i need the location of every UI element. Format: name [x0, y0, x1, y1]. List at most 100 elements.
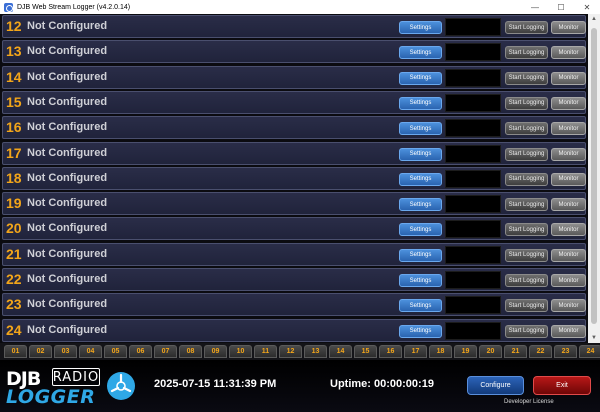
- logo-radio-text: RADIO: [52, 368, 100, 386]
- start-logging-button[interactable]: Start Logging: [505, 122, 548, 136]
- monitor-button[interactable]: Monitor: [551, 122, 586, 136]
- tab-channel-01[interactable]: 01: [4, 345, 27, 358]
- app-window: DJB Web Stream Logger (v4.2.0.14) — ☐ ✕ …: [0, 0, 600, 412]
- start-logging-button[interactable]: Start Logging: [505, 147, 548, 161]
- channel-row: 22 Not Configured Settings Start Logging Mon…: [2, 268, 586, 291]
- maximize-button[interactable]: ☐: [548, 0, 574, 14]
- monitor-button[interactable]: Monitor: [551, 248, 586, 262]
- tab-channel-08[interactable]: 08: [179, 345, 202, 358]
- channel-number: 12: [6, 18, 22, 34]
- settings-button[interactable]: Settings: [399, 223, 442, 237]
- start-logging-button[interactable]: Start Logging: [505, 71, 548, 85]
- channel-row: 21 Not Configured Settings Start Logging Mon…: [2, 242, 586, 266]
- tab-channel-15[interactable]: 15: [354, 345, 377, 358]
- channel-row: 13 Not Configured Settings Start Logging Mon…: [2, 40, 586, 64]
- channel-status: Not Configured: [27, 121, 108, 134]
- start-logging-button[interactable]: Start Logging: [505, 21, 548, 34]
- configure-button[interactable]: Configure: [467, 376, 524, 395]
- minimize-button[interactable]: —: [522, 0, 548, 14]
- level-display: [445, 271, 501, 289]
- monitor-button[interactable]: Monitor: [551, 274, 586, 287]
- channel-row: 17 Not Configured Settings Start Logging Mon…: [2, 141, 586, 165]
- tab-channel-14[interactable]: 14: [329, 345, 352, 358]
- level-display: [445, 119, 501, 138]
- start-logging-button[interactable]: Start Logging: [505, 274, 548, 287]
- channel-row: 12 Not Configured Settings Start Logging Mon…: [2, 15, 586, 38]
- settings-button[interactable]: Settings: [399, 147, 442, 161]
- close-button[interactable]: ✕: [574, 0, 600, 14]
- tab-channel-04[interactable]: 04: [79, 345, 102, 358]
- channel-row: 18 Not Configured Settings Start Logging Mon…: [2, 166, 586, 190]
- tab-channel-06[interactable]: 06: [129, 345, 152, 358]
- window-title: DJB Web Stream Logger (v4.2.0.14): [17, 3, 131, 11]
- start-logging-button[interactable]: Start Logging: [505, 46, 548, 60]
- monitor-button[interactable]: Monitor: [551, 46, 586, 60]
- tab-channel-13[interactable]: 13: [304, 345, 327, 358]
- tab-channel-23[interactable]: 23: [554, 345, 577, 358]
- app-icon: [4, 2, 13, 12]
- scroll-up-arrow-icon[interactable]: ▲: [588, 14, 600, 24]
- settings-button[interactable]: Settings: [399, 274, 442, 287]
- tab-channel-24[interactable]: 24: [579, 345, 600, 358]
- monitor-button[interactable]: Monitor: [551, 71, 586, 85]
- channel-number: 23: [6, 296, 22, 313]
- channel-number: 14: [6, 68, 22, 85]
- scroll-down-arrow-icon[interactable]: ▼: [588, 333, 600, 343]
- monitor-button[interactable]: Monitor: [551, 324, 586, 338]
- exit-button[interactable]: Exit: [533, 376, 591, 395]
- settings-button[interactable]: Settings: [399, 172, 442, 186]
- settings-button[interactable]: Settings: [399, 198, 442, 212]
- monitor-button[interactable]: Monitor: [551, 21, 586, 34]
- settings-button[interactable]: Settings: [399, 248, 442, 262]
- channel-status: Not Configured: [27, 222, 108, 235]
- channel-tabs: 01 02 03 04 05 06 07 08 09 10 11 12 13 14 15 16 17 18 19 20…: [0, 343, 600, 360]
- footer: DJB RADIO LOGGER 2025-07-15 11:31:39 PM …: [0, 360, 600, 412]
- tab-channel-22[interactable]: 22: [529, 345, 552, 358]
- start-logging-button[interactable]: Start Logging: [505, 96, 548, 110]
- tab-channel-10[interactable]: 10: [229, 345, 252, 358]
- settings-button[interactable]: Settings: [399, 46, 442, 60]
- settings-button[interactable]: Settings: [399, 324, 442, 338]
- tab-channel-19[interactable]: 19: [454, 345, 477, 358]
- tab-channel-11[interactable]: 11: [254, 345, 277, 358]
- start-logging-button[interactable]: Start Logging: [505, 198, 548, 212]
- tab-channel-02[interactable]: 02: [29, 345, 52, 358]
- channel-number: 20: [6, 220, 22, 237]
- vertical-scrollbar[interactable]: ▲ ▼: [588, 14, 600, 343]
- settings-button[interactable]: Settings: [399, 299, 442, 313]
- level-display: [445, 18, 501, 36]
- settings-button[interactable]: Settings: [399, 122, 442, 136]
- scrollbar-thumb[interactable]: [591, 28, 597, 324]
- channel-status: Not Configured: [27, 247, 108, 260]
- tab-channel-18[interactable]: 18: [429, 345, 452, 358]
- channel-status: Not Configured: [27, 171, 108, 184]
- tab-channel-07[interactable]: 07: [154, 345, 177, 358]
- tab-channel-05[interactable]: 05: [104, 345, 127, 358]
- start-logging-button[interactable]: Start Logging: [505, 223, 548, 237]
- channel-status: Not Configured: [27, 20, 108, 32]
- tab-channel-09[interactable]: 09: [204, 345, 227, 358]
- tab-channel-20[interactable]: 20: [479, 345, 502, 358]
- start-logging-button[interactable]: Start Logging: [505, 299, 548, 313]
- tab-channel-21[interactable]: 21: [504, 345, 527, 358]
- start-logging-button[interactable]: Start Logging: [505, 324, 548, 338]
- settings-button[interactable]: Settings: [399, 21, 442, 34]
- level-display: [445, 321, 501, 340]
- tab-channel-17[interactable]: 17: [404, 345, 427, 358]
- settings-button[interactable]: Settings: [399, 71, 442, 85]
- monitor-button[interactable]: Monitor: [551, 147, 586, 161]
- monitor-button[interactable]: Monitor: [551, 198, 586, 212]
- monitor-button[interactable]: Monitor: [551, 172, 586, 186]
- channel-number: 19: [6, 195, 22, 212]
- tab-channel-03[interactable]: 03: [54, 345, 77, 358]
- tab-channel-16[interactable]: 16: [379, 345, 402, 358]
- monitor-button[interactable]: Monitor: [551, 96, 586, 110]
- monitor-button[interactable]: Monitor: [551, 299, 586, 313]
- monitor-button[interactable]: Monitor: [551, 223, 586, 237]
- tab-channel-12[interactable]: 12: [279, 345, 302, 358]
- start-logging-button[interactable]: Start Logging: [505, 248, 548, 262]
- channel-row: 15 Not Configured Settings Start Logging Mon…: [2, 90, 586, 114]
- level-display: [445, 169, 501, 188]
- settings-button[interactable]: Settings: [399, 96, 442, 110]
- start-logging-button[interactable]: Start Logging: [505, 172, 548, 186]
